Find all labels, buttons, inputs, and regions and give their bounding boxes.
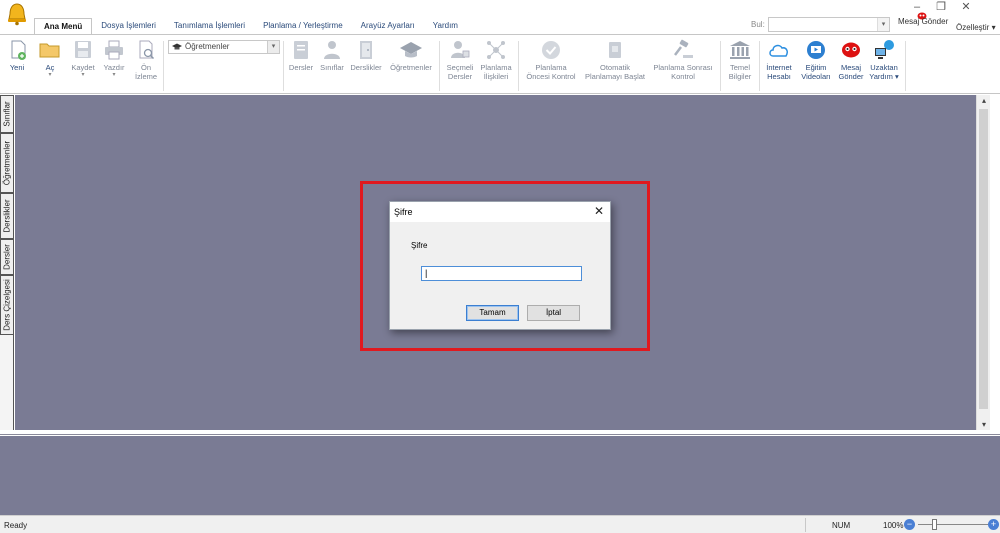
planning-tool-icon — [609, 42, 621, 58]
customize-menu[interactable]: Özelleştir ▾ — [956, 23, 996, 32]
ribbon-separator — [439, 41, 440, 91]
graduation-cap-icon — [172, 43, 182, 50]
password-dialog: Şifre ✕ Şifre | Tamam İptal — [389, 201, 611, 330]
side-tab-siniflar[interactable]: Sınıflar — [0, 95, 14, 133]
tab-dosya-islemleri[interactable]: Dosya İşlemleri — [92, 18, 165, 34]
ribbon-separator — [163, 41, 164, 91]
lessons-button[interactable]: Dersler — [286, 39, 316, 72]
menu-tab-bar: Ana Menü Dosya İşlemleri Tanımlama İşlem… — [34, 18, 467, 35]
ribbon-separator — [720, 41, 721, 91]
status-ready: Ready — [4, 521, 28, 530]
ribbon-separator — [759, 41, 760, 91]
teacher-select-value: Öğretmenler — [185, 42, 230, 51]
tab-yardim[interactable]: Yardım — [424, 18, 467, 34]
basic-info-button[interactable]: Temel Bilgiler — [725, 39, 755, 81]
print-button[interactable]: Yazdır ▾ — [101, 39, 127, 78]
zoom-slider-handle[interactable] — [932, 519, 937, 530]
elective-person-icon — [451, 41, 470, 58]
dialog-titlebar[interactable]: Şifre ✕ — [390, 202, 610, 222]
chevron-down-icon[interactable]: ▾ — [267, 41, 279, 53]
ok-button[interactable]: Tamam — [466, 305, 519, 321]
zoom-in-icon[interactable]: + — [988, 519, 999, 530]
open-button[interactable]: Aç ▾ — [38, 39, 62, 78]
video-player-icon — [807, 41, 825, 59]
chevron-down-icon: ▾ — [112, 72, 116, 78]
side-tab-ders-cizelgesi[interactable]: Ders Çizelgesi — [0, 275, 14, 335]
scrollbar-thumb[interactable] — [979, 109, 988, 409]
ribbon-toolbar: Yeni Aç ▾ Kaydet ▾ Yazdır ▾ Ön İzleme Öğ — [0, 34, 1000, 94]
training-videos-button[interactable]: Eğitim Videoları — [797, 39, 835, 81]
text-cursor: | — [425, 268, 428, 278]
search-input[interactable]: ▾ — [768, 17, 890, 32]
pane-splitter[interactable] — [0, 430, 1000, 435]
print-preview-icon — [139, 40, 155, 60]
search-label: Bul: — [751, 20, 765, 29]
remote-support-icon — [875, 40, 894, 59]
check-circle-icon — [542, 41, 560, 59]
preview-button[interactable]: Ön İzleme — [134, 39, 158, 81]
side-tab-derslikler[interactable]: Derslikler — [0, 193, 14, 239]
elective-lessons-button[interactable]: Seçmeli Dersler — [443, 39, 477, 81]
status-num: NUM — [832, 521, 851, 530]
pre-planning-check-button[interactable]: Planlama Öncesi Kontrol — [522, 39, 580, 81]
message-send-link[interactable]: Mesaj Gönder — [898, 17, 948, 26]
side-tab-dersler[interactable]: Dersler — [0, 239, 14, 275]
ribbon-separator — [905, 41, 906, 91]
dialog-title: Şifre — [394, 207, 413, 217]
scroll-up-icon[interactable]: ▴ — [977, 96, 991, 105]
remote-help-button[interactable]: Uzaktan Yardım ▾ — [867, 39, 901, 81]
post-planning-check-button[interactable]: Planlama Sonrası Kontrol — [650, 39, 716, 81]
save-button[interactable]: Kaydet ▾ — [68, 39, 98, 78]
students-icon — [324, 41, 340, 59]
gavel-icon — [674, 39, 693, 58]
cancel-button[interactable]: İptal — [527, 305, 580, 321]
app-bell-logo-icon[interactable] — [6, 2, 28, 26]
printer-icon — [105, 40, 123, 60]
status-divider — [805, 518, 806, 532]
ribbon-separator — [283, 41, 284, 91]
door-icon — [360, 41, 372, 59]
right-edge — [990, 95, 1000, 430]
send-message-button[interactable]: Mesaj Gönder — [836, 39, 866, 81]
zoom-slider[interactable] — [918, 524, 988, 525]
new-button[interactable]: Yeni — [6, 39, 28, 72]
status-bar: Ready NUM 100% − + — [0, 515, 1000, 533]
vertical-scrollbar[interactable]: ▴ ▾ — [976, 95, 990, 430]
tab-arayuz-ayarlari[interactable]: Arayüz Ayarları — [352, 18, 424, 34]
planning-relations-button[interactable]: Planlama İlişkileri — [478, 39, 514, 81]
teacher-select[interactable]: Öğretmenler ▾ — [168, 40, 280, 54]
ribbon-separator — [518, 41, 519, 91]
scroll-down-icon[interactable]: ▾ — [977, 420, 991, 429]
chevron-down-icon[interactable]: ▾ — [877, 18, 889, 31]
institution-building-icon — [730, 41, 750, 59]
auto-planning-button[interactable]: Otomatik Planlamayı Başlat — [582, 39, 648, 81]
folder-icon — [39, 43, 60, 58]
password-input[interactable]: | — [421, 266, 582, 281]
zoom-out-icon[interactable]: − — [904, 519, 915, 530]
message-robot-icon — [842, 42, 860, 58]
tab-planlama-yerlestirme[interactable]: Planlama / Yerleştirme — [254, 18, 352, 34]
tab-ana-menu[interactable]: Ana Menü — [34, 18, 93, 35]
cloud-icon — [769, 44, 788, 57]
side-tab-ogretmenler[interactable]: Öğretmenler — [0, 133, 14, 193]
close-window-button[interactable]: ✕ — [954, 0, 978, 14]
lessons-icon — [294, 41, 308, 59]
chevron-down-icon: ▾ — [81, 72, 85, 78]
classes-button[interactable]: Sınıflar — [316, 39, 348, 72]
classrooms-button[interactable]: Derslikler — [348, 39, 384, 72]
password-label: Şifre — [411, 241, 428, 250]
restore-button[interactable]: ❐ — [929, 0, 953, 14]
new-document-icon — [11, 40, 26, 60]
chevron-down-icon: ▾ — [48, 72, 52, 78]
zoom-level: 100% — [883, 521, 904, 530]
teachers-button[interactable]: Öğretmenler — [387, 39, 435, 72]
internet-account-button[interactable]: İnternet Hesabı — [762, 39, 796, 81]
network-nodes-icon — [487, 41, 505, 59]
save-disk-icon — [75, 41, 91, 58]
side-tabs: Sınıflar Öğretmenler Derslikler Dersler … — [0, 95, 14, 335]
tab-tanimlama-islemleri[interactable]: Tanımlama İşlemleri — [165, 18, 254, 34]
close-icon[interactable]: ✕ — [594, 204, 604, 218]
graduation-cap-icon — [400, 42, 422, 58]
bottom-panel — [0, 436, 1000, 515]
